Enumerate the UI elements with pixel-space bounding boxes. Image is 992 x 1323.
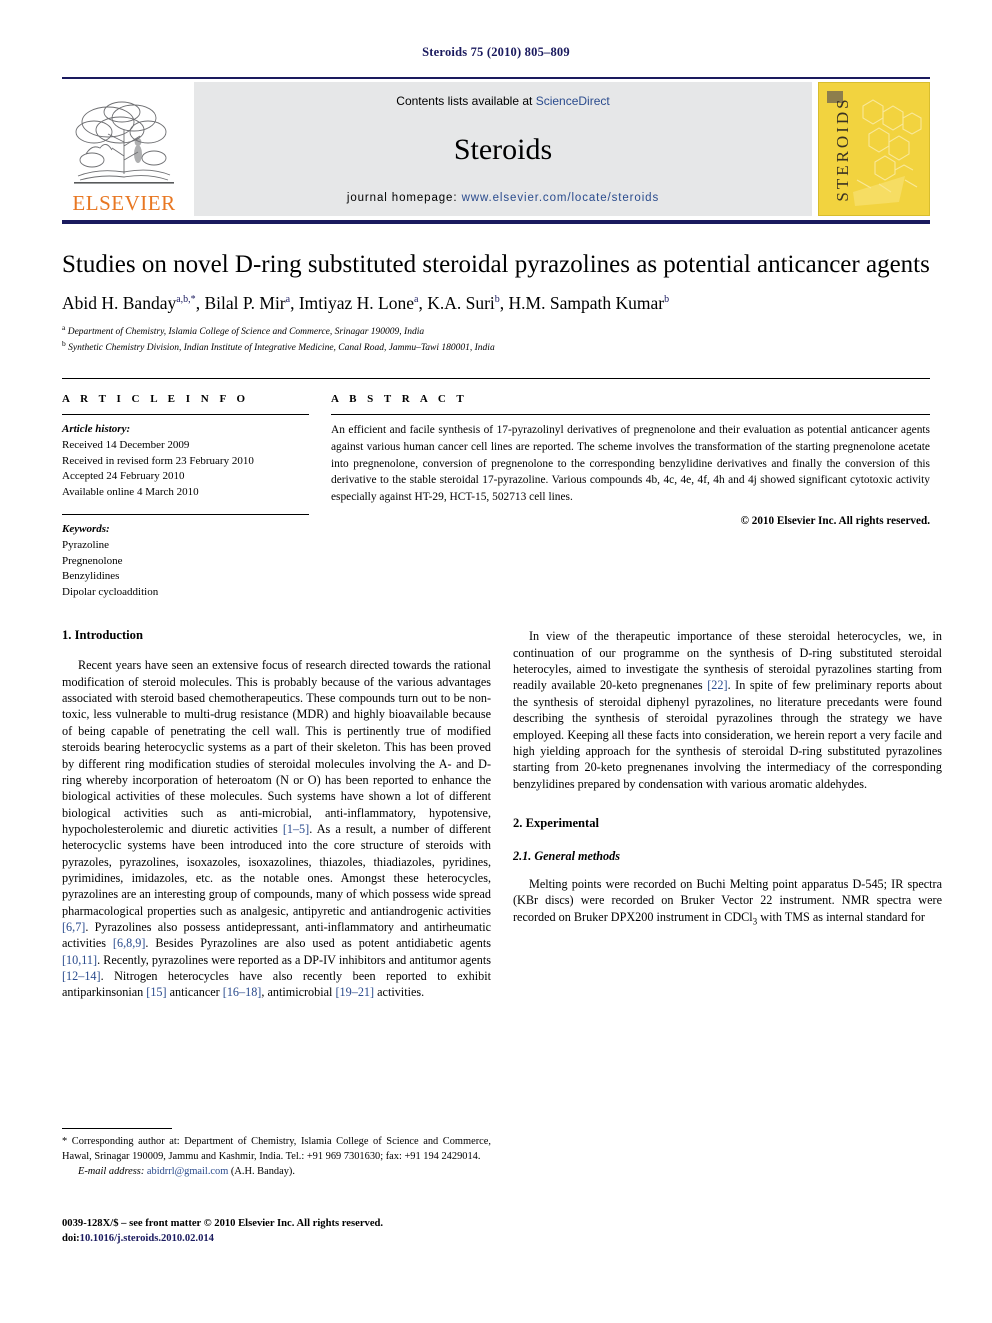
- article-history-group: Article history: Received 14 December 20…: [62, 422, 309, 500]
- subsection-heading-general-methods: 2.1. General methods: [513, 848, 620, 863]
- section-heading-experimental: 2. Experimental: [513, 815, 600, 830]
- journal-cover-thumbnail[interactable]: STEROIDS: [818, 82, 930, 216]
- keyword-item: Dipolar cycloaddition: [62, 585, 159, 598]
- history-accepted: Accepted 24 February 2010: [62, 470, 185, 483]
- keyword-item: Pregnenolone: [62, 554, 123, 567]
- body-column-right: In view of the therapeutic importance of…: [513, 628, 942, 1000]
- journal-homepage-link[interactable]: www.elsevier.com/locate/steroids: [462, 192, 660, 204]
- abstract-rule: [331, 414, 930, 416]
- abstract-heading: A B S T R A C T: [331, 393, 468, 406]
- citation-10-11[interactable]: [10,11]: [62, 953, 97, 967]
- citation-12-14[interactable]: [12–14]: [62, 969, 101, 983]
- body-column-left: 1. Introduction Recent years have seen a…: [62, 628, 491, 1000]
- citation-19-21[interactable]: [19–21]: [335, 985, 374, 999]
- journal-article-page: Steroids 75 (2010) 805–809 ELSEVIER Cont…: [0, 0, 992, 1323]
- keyword-item: Benzylidines: [62, 570, 120, 583]
- doi-link[interactable]: 10.1016/j.steroids.2010.02.014: [80, 1233, 214, 1244]
- article-info-rule: [62, 414, 309, 416]
- citation-1-5[interactable]: [1–5]: [283, 822, 309, 836]
- keyword-item: Pyrazoline: [62, 539, 110, 551]
- affiliation-mark-b: b: [62, 339, 66, 349]
- intro-text-b: . As a result, a number of different het…: [62, 821, 491, 918]
- methods-paragraph-1: Melting points were recorded on Buchi Me…: [513, 876, 942, 927]
- article-history-label: Article history:: [62, 423, 131, 436]
- footnote-email-line: E-mail address: abidrrl@gmail.com (A.H. …: [62, 1165, 491, 1180]
- contents-prefix: Contents lists available at: [396, 94, 536, 108]
- contents-available-line: Contents lists available at ScienceDirec…: [396, 94, 609, 108]
- journal-masthead: ELSEVIER Contents lists available at Sci…: [62, 77, 930, 216]
- issn-line: 0039-128X/$ – see front matter © 2010 El…: [62, 1218, 384, 1229]
- affiliation-mark-a: a: [62, 322, 66, 332]
- history-received: Received 14 December 2009: [62, 438, 190, 451]
- history-online: Available online 4 March 2010: [62, 485, 199, 498]
- imprint-block: 0039-128X/$ – see front matter © 2010 El…: [62, 1216, 522, 1247]
- page-title: Studies on novel D-ring substituted ster…: [62, 251, 930, 278]
- keywords-label: Keywords:: [62, 523, 110, 536]
- corresponding-author-footnote: * Corresponding author at: Department of…: [62, 1128, 491, 1180]
- article-info-column: A R T I C L E I N F O Article history: R…: [62, 393, 309, 600]
- keywords-rule: [62, 514, 309, 516]
- doi-prefix: doi:: [62, 1233, 80, 1245]
- doi-line: doi:10.1016/j.steroids.2010.02.014: [62, 1231, 522, 1246]
- elsevier-logo: ELSEVIER: [62, 82, 186, 216]
- intro2-text-b: . In spite of few preliminary reports ab…: [513, 678, 942, 791]
- intro-paragraph-2: In view of the therapeutic importance of…: [513, 628, 942, 791]
- journal-band: Contents lists available at ScienceDirec…: [194, 82, 812, 216]
- article-info-heading: A R T I C L E I N F O: [62, 393, 250, 406]
- body-columns: 1. Introduction Recent years have seen a…: [62, 628, 942, 1000]
- keywords-group: Keywords: Pyrazoline Pregnenolone Benzyl…: [62, 522, 309, 600]
- running-head: Steroids 75 (2010) 805–809: [422, 45, 570, 59]
- intro-paragraph-1: Recent years have seen an extensive focu…: [62, 657, 491, 1000]
- cover-journal-title: STEROIDS: [833, 96, 852, 202]
- intro-text-g: anticancer: [166, 985, 223, 1000]
- intro-text-e: . Recently, pyrazolines were reported as…: [97, 952, 491, 967]
- email-link[interactable]: abidrrl@gmail.com: [147, 1166, 228, 1177]
- journal-title: Steroids: [453, 133, 553, 166]
- masthead-bottom-rule: [62, 220, 930, 224]
- abstract-text: An efficient and facile synthesis of 17-…: [331, 424, 930, 503]
- citation-15[interactable]: [15]: [146, 985, 166, 999]
- elsevier-tree-icon: [74, 101, 174, 184]
- intro-text-d: . Besides Pyrazolines are also used as p…: [145, 936, 491, 951]
- intro-text-i: activities.: [374, 985, 425, 1000]
- citation-16-18[interactable]: [16–18]: [223, 985, 262, 999]
- affiliation-list: a Department of Chemistry, Islamia Colle…: [62, 323, 930, 357]
- elsevier-wordmark: ELSEVIER: [72, 191, 176, 215]
- intro-text-h: , antimicrobial: [261, 985, 336, 1000]
- affiliation-b-text: Synthetic Chemistry Division, Indian Ins…: [68, 343, 495, 354]
- citation-6-8-9[interactable]: [6,8,9]: [113, 936, 146, 950]
- email-owner: (A.H. Banday).: [230, 1166, 295, 1178]
- affiliation-a: a Department of Chemistry, Islamia Colle…: [62, 323, 930, 340]
- intro-text-a: Recent years have seen an extensive focu…: [62, 658, 491, 836]
- affiliation-a-text: Department of Chemistry, Islamia College…: [67, 326, 425, 337]
- steroid-structure-icon: [853, 99, 922, 206]
- journal-homepage-line: journal homepage: www.elsevier.com/locat…: [347, 192, 659, 204]
- citation-6-7[interactable]: [6,7]: [62, 920, 85, 934]
- info-abstract-region: A R T I C L E I N F O Article history: R…: [62, 378, 930, 600]
- citation-22[interactable]: [22]: [707, 678, 727, 692]
- sciencedirect-link[interactable]: ScienceDirect: [536, 94, 610, 108]
- section-heading-introduction: 1. Introduction: [62, 628, 143, 643]
- copyright-line: © 2010 Elsevier Inc. All rights reserved…: [740, 514, 930, 527]
- footnote-corresponding-text: * Corresponding author at: Department of…: [62, 1136, 491, 1162]
- methods-text-b: with TMS as internal standard for: [757, 909, 925, 924]
- title-block: Studies on novel D-ring substituted ster…: [62, 250, 930, 356]
- author-list: Abid H. Bandaya,b,*, Bilal P. Mira, Imti…: [62, 292, 670, 313]
- affiliation-b: b Synthetic Chemistry Division, Indian I…: [62, 339, 930, 356]
- footnote-body: * Corresponding author at: Department of…: [62, 1135, 491, 1180]
- abstract-column: A B S T R A C T An efficient and facile …: [331, 393, 930, 600]
- homepage-prefix: journal homepage:: [346, 192, 462, 204]
- footnote-rule: [62, 1128, 172, 1129]
- email-label: E-mail address:: [78, 1166, 145, 1178]
- history-revised: Received in revised form 23 February 201…: [62, 454, 254, 467]
